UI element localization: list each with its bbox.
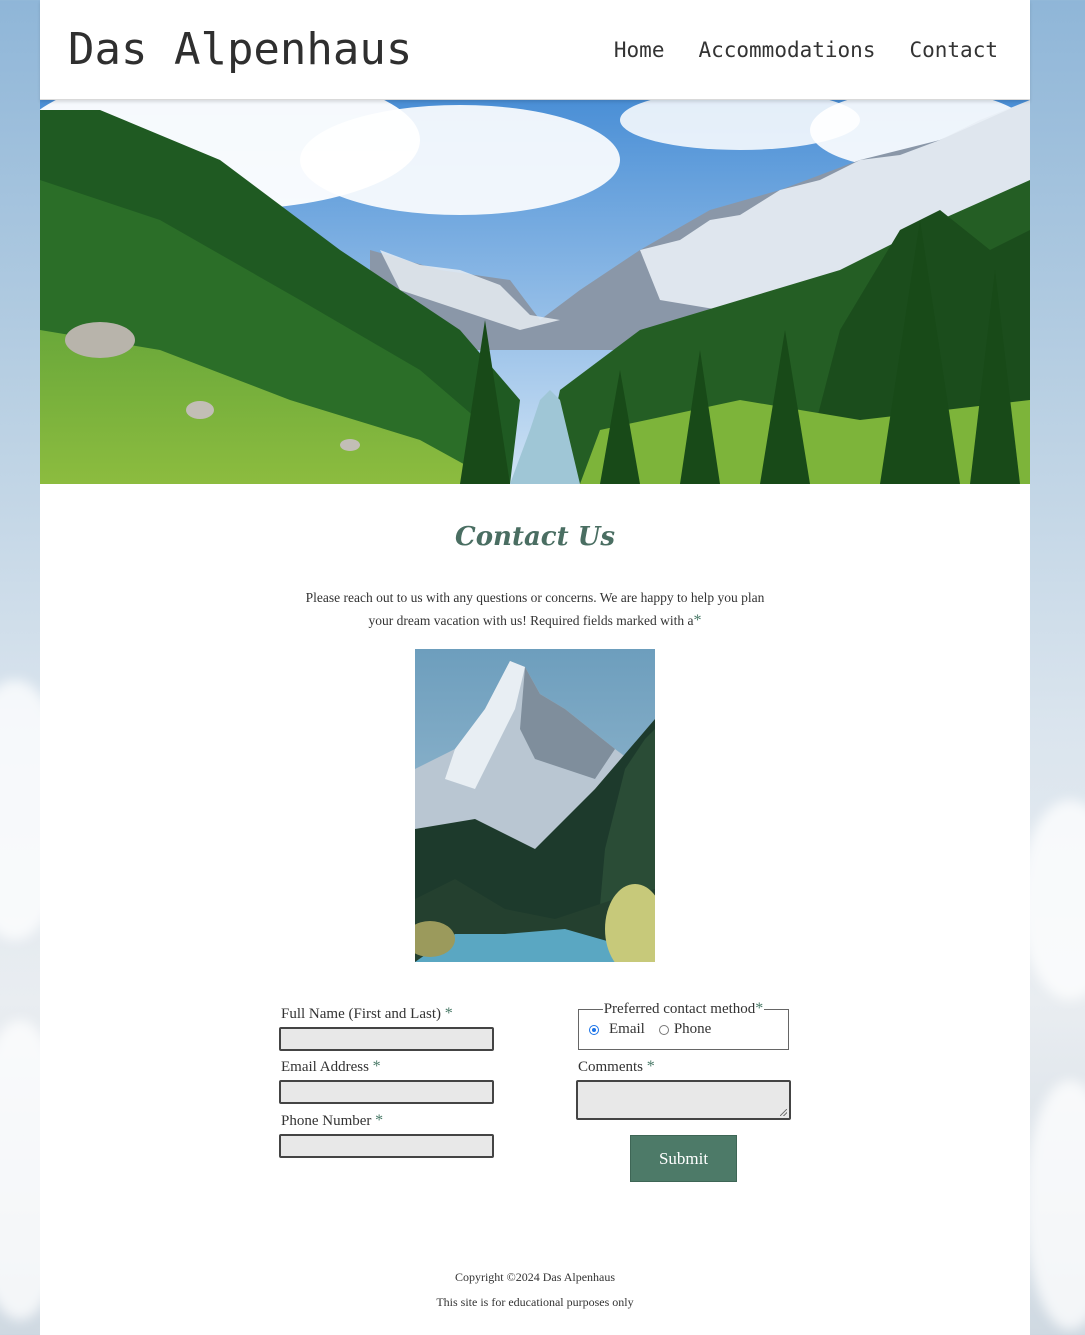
required-marker: * <box>755 1000 764 1017</box>
site-footer: Copyright ©2024 Das Alpenhaus This site … <box>40 1265 1030 1315</box>
required-marker: * <box>372 1058 381 1075</box>
nav-home-link[interactable]: Home <box>614 38 665 62</box>
phone-radio-label[interactable]: Phone <box>674 1021 712 1038</box>
contact-method-options: Email Phone <box>589 1021 778 1038</box>
full-name-label: Full Name (First and Last) * <box>281 1005 453 1022</box>
email-label: Email Address * <box>281 1058 381 1075</box>
nav-contact-link[interactable]: Contact <box>909 38 998 62</box>
submit-button[interactable]: Submit <box>630 1135 737 1182</box>
page-container: Das Alpenhaus Home Accommodations Contac… <box>40 0 1030 1335</box>
background-cloud <box>1025 1080 1085 1330</box>
site-header: Das Alpenhaus Home Accommodations Contac… <box>40 0 1030 100</box>
intro-text: Please reach out to us with any question… <box>295 586 775 632</box>
site-title[interactable]: Das Alpenhaus <box>68 24 412 75</box>
required-marker: * <box>375 1112 384 1129</box>
resize-grip-icon[interactable] <box>780 1109 787 1116</box>
nav-accommodations-link[interactable]: Accommodations <box>698 38 875 62</box>
mountain-photo <box>415 649 655 962</box>
copyright-text: Copyright ©2024 Das Alpenhaus <box>454 1270 616 1284</box>
main-nav: Home Accommodations Contact <box>614 38 998 62</box>
comments-textarea[interactable] <box>576 1080 791 1120</box>
required-marker: * <box>444 1005 453 1022</box>
required-marker: * <box>693 612 702 629</box>
main-content: Contact Us Please reach out to us with a… <box>40 522 1030 1202</box>
hero-image <box>40 100 1030 484</box>
required-marker: * <box>646 1058 655 1075</box>
email-input[interactable] <box>279 1080 494 1104</box>
mountain-valley-illustration <box>40 100 1030 484</box>
page-title: Contact Us <box>455 522 615 552</box>
email-radio[interactable] <box>589 1024 599 1035</box>
contact-method-fieldset: Preferred contact method* Email Phone <box>578 1000 789 1050</box>
phone-radio[interactable] <box>658 1024 669 1035</box>
phone-input[interactable] <box>279 1134 494 1158</box>
educational-note: This site is for educational purposes on… <box>436 1295 634 1309</box>
phone-label: Phone Number * <box>281 1112 384 1129</box>
full-name-input[interactable] <box>279 1027 494 1051</box>
contact-form: Full Name (First and Last) * Email Addre… <box>40 962 1030 1202</box>
comments-label: Comments * <box>578 1058 655 1075</box>
contact-method-legend: Preferred contact method* <box>603 1000 764 1017</box>
email-radio-label[interactable]: Email <box>609 1021 645 1038</box>
